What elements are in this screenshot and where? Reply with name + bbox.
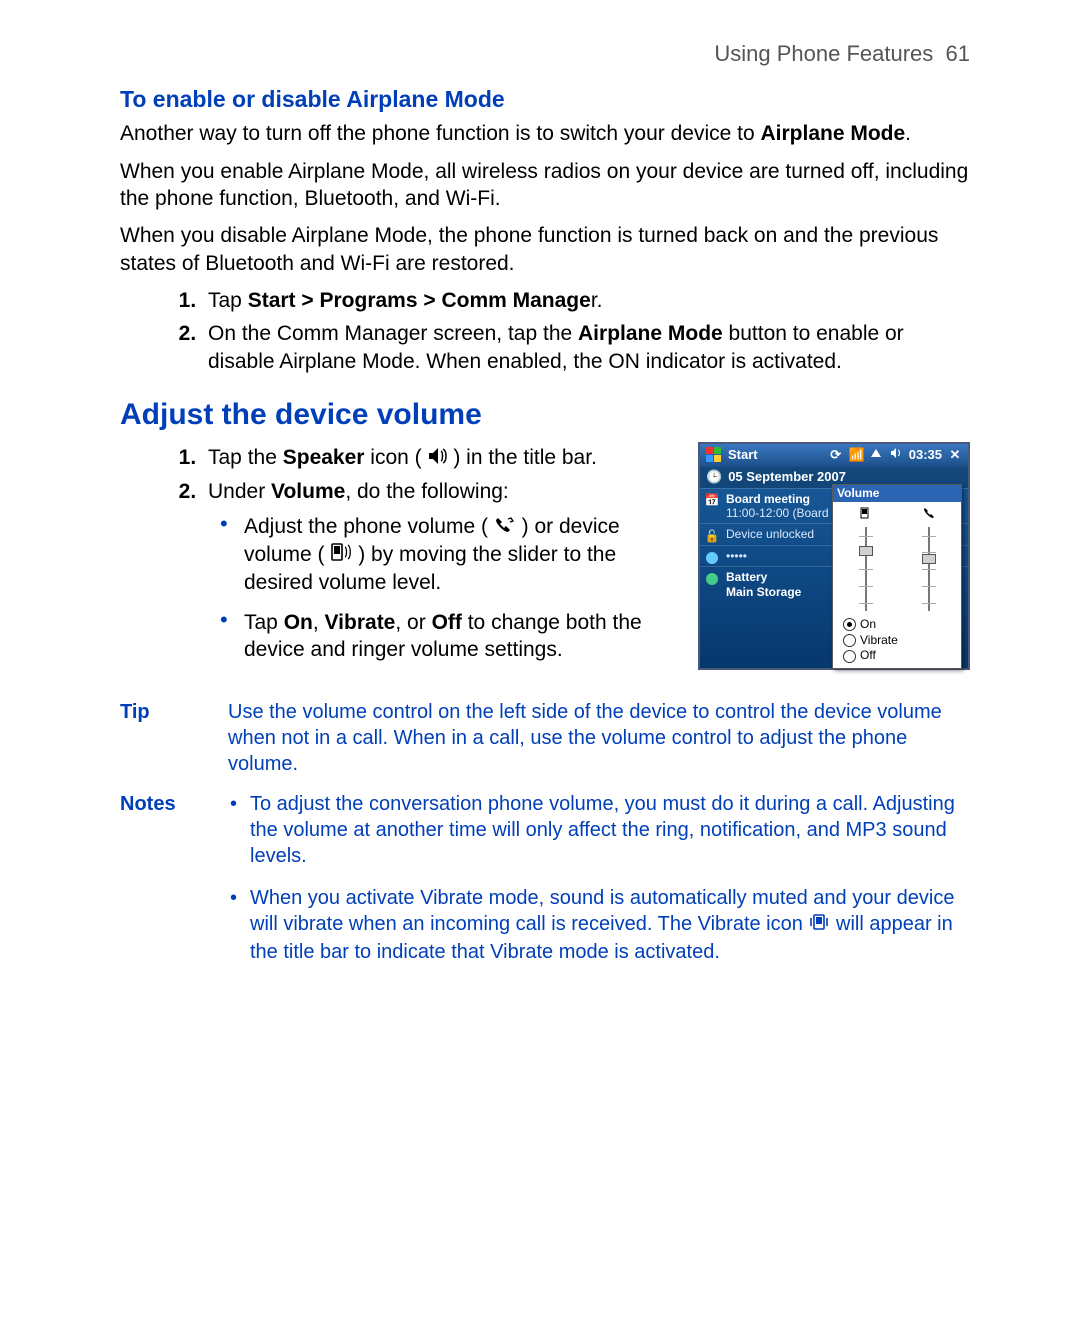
note-1: To adjust the conversation phone volume,… bbox=[250, 791, 970, 869]
start-flag-icon bbox=[706, 447, 722, 463]
notes-label: Notes bbox=[120, 791, 228, 980]
start-label: Start bbox=[728, 447, 758, 464]
volume-step-1: Tap the Speaker icon ( ) in the title ba… bbox=[202, 444, 680, 472]
device-volume-small-icon bbox=[859, 508, 873, 523]
phone-volume-small-icon bbox=[922, 508, 936, 523]
date-text: 05 September 2007 bbox=[728, 469, 846, 486]
airplane-step-1: Tap Start > Programs > Comm Manager. bbox=[202, 287, 970, 314]
volume-popup: Volume bbox=[832, 484, 962, 669]
airplane-paragraph-1: Another way to turn off the phone functi… bbox=[120, 120, 970, 147]
speaker-icon bbox=[889, 447, 903, 464]
device-screenshot: Start ⟳ 📶 03:35 ✕ 🕒 05 September 2007 bbox=[698, 442, 970, 670]
volume-step-2: Under Volume, do the following: Adjust t… bbox=[202, 478, 680, 663]
section-name: Using Phone Features bbox=[714, 41, 933, 66]
airplane-mode-heading: To enable or disable Airplane Mode bbox=[120, 85, 970, 115]
tip-text: Use the volume control on the left side … bbox=[228, 699, 970, 777]
airplane-steps: Tap Start > Programs > Comm Manager. On … bbox=[120, 287, 970, 375]
note-2: When you activate Vibrate mode, sound is… bbox=[250, 885, 970, 964]
phone-volume-icon bbox=[494, 514, 516, 541]
page-number: 61 bbox=[946, 41, 970, 66]
owner-icon bbox=[704, 550, 720, 566]
adjust-volume-heading: Adjust the device volume bbox=[120, 395, 970, 434]
unlock-icon: 🔓 bbox=[704, 528, 720, 544]
wifi-icon bbox=[869, 447, 883, 464]
volume-radio-vibrate[interactable]: Vibrate bbox=[843, 633, 957, 649]
device-volume-icon bbox=[330, 542, 352, 569]
tip-row: Tip Use the volume control on the left s… bbox=[120, 699, 970, 777]
speaker-icon bbox=[428, 445, 448, 472]
vibrate-icon bbox=[808, 912, 830, 939]
page-header: Using Phone Features 61 bbox=[120, 40, 970, 69]
volume-popup-title: Volume bbox=[833, 485, 961, 503]
close-icon: ✕ bbox=[948, 447, 962, 464]
volume-steps: Tap the Speaker icon ( ) in the title ba… bbox=[120, 444, 680, 663]
volume-radio-off[interactable]: Off bbox=[843, 648, 957, 664]
clock-icon: 🕒 bbox=[706, 469, 722, 486]
screenshot-titlebar: Start ⟳ 📶 03:35 ✕ bbox=[700, 444, 968, 467]
phone-volume-slider[interactable] bbox=[920, 527, 938, 611]
sync-icon: ⟳ bbox=[829, 447, 843, 464]
signal-icon: 📶 bbox=[849, 447, 863, 464]
calendar-icon: 📅 bbox=[704, 493, 720, 509]
volume-radio-on[interactable]: On bbox=[843, 617, 957, 633]
clock-time: 03:35 bbox=[909, 447, 942, 464]
battery-icon bbox=[704, 571, 720, 587]
volume-bullet-2: Tap On, Vibrate, or Off to change both t… bbox=[244, 609, 680, 664]
airplane-step-2: On the Comm Manager screen, tap the Airp… bbox=[202, 320, 970, 375]
device-volume-slider[interactable] bbox=[857, 527, 875, 611]
volume-bullet-1: Adjust the phone volume ( ) or device vo… bbox=[244, 513, 680, 596]
tip-label: Tip bbox=[120, 699, 228, 777]
airplane-paragraph-2: When you enable Airplane Mode, all wirel… bbox=[120, 158, 970, 213]
airplane-paragraph-3: When you disable Airplane Mode, the phon… bbox=[120, 222, 970, 277]
notes-row: Notes To adjust the conversation phone v… bbox=[120, 791, 970, 980]
